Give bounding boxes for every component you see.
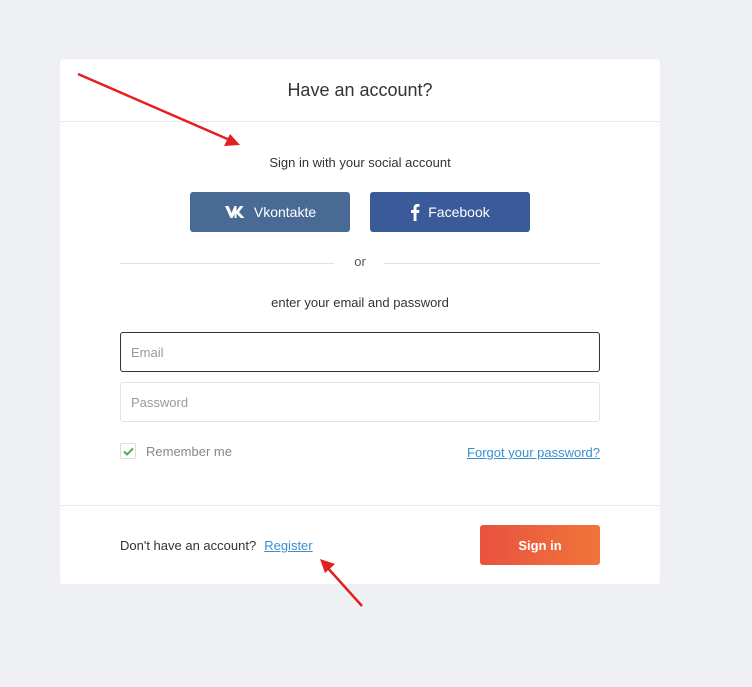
password-field[interactable] [120,382,600,422]
sign-in-button[interactable]: Sign in [480,525,600,565]
vkontakte-button[interactable]: Vkontakte [190,192,350,232]
checkmark-icon [122,447,134,456]
register-link[interactable]: Register [264,538,312,553]
vkontakte-label: Vkontakte [253,204,317,220]
login-card: Have an account? Sign in with your socia… [60,59,660,584]
card-footer: Don't have an account? Register Sign in [60,505,660,585]
register-row: Don't have an account? Register [120,538,313,553]
remember-label: Remember me [146,443,232,459]
social-title: Sign in with your social account [269,155,451,170]
email-field[interactable] [120,332,600,372]
no-account-text: Don't have an account? [120,538,257,553]
divider-or: or [354,254,366,269]
remember-me[interactable]: Remember me [120,443,232,459]
email-section-title: enter your email and password [271,295,449,310]
card-header: Have an account? [60,59,660,122]
card-title: Have an account? [287,79,433,100]
forgot-password-link[interactable]: Forgot your password? [467,445,600,460]
facebook-label: Facebook [428,204,490,220]
remember-checkbox[interactable] [120,443,136,459]
facebook-icon [410,203,420,221]
vk-icon [224,205,246,219]
facebook-button[interactable]: Facebook [370,192,530,232]
divider-line-right [384,263,600,264]
